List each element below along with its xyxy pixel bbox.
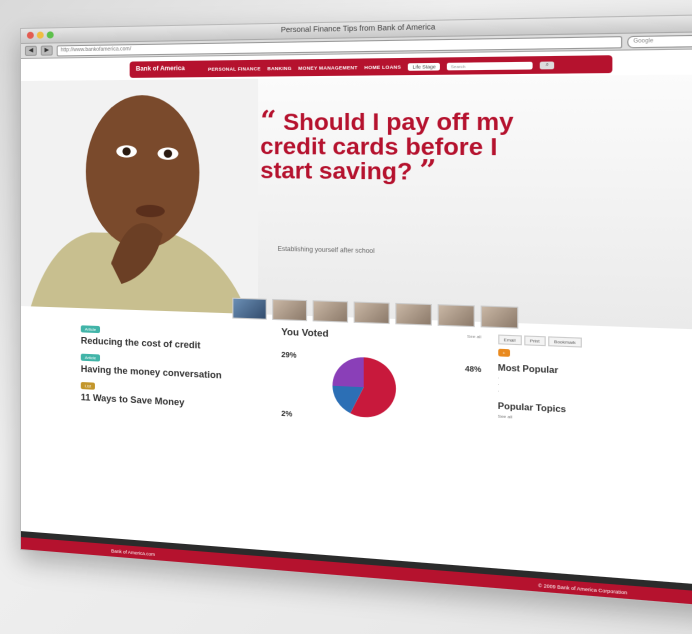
- site-search-input[interactable]: Search: [447, 61, 533, 70]
- close-icon[interactable]: [26, 31, 34, 39]
- site-logo[interactable]: Bank of America: [136, 66, 185, 73]
- share-icon[interactable]: +: [497, 348, 511, 357]
- thumbnail[interactable]: [480, 305, 519, 329]
- window-title: Personal Finance Tips from Bank of Ameri…: [280, 24, 436, 35]
- sidebar-tabs: Email Print Bookmark: [497, 334, 692, 352]
- nav-home-loans[interactable]: HOME LOANS: [364, 64, 401, 70]
- site: Bank of America PERSONAL FINANCE BANKING…: [20, 49, 692, 609]
- article-title[interactable]: 11 Ways to Save Money: [81, 392, 266, 412]
- thumbnail[interactable]: [437, 304, 475, 328]
- content-columns: Article Reducing the cost of credit Arti…: [80, 319, 692, 581]
- nav-money-management[interactable]: MONEY MANAGEMENT: [298, 64, 357, 70]
- window-controls[interactable]: [26, 31, 54, 39]
- sidebar-column: Email Print Bookmark + Most Popular · · …: [497, 334, 692, 581]
- tab-bookmark[interactable]: Bookmark: [548, 336, 582, 348]
- pie-slice-purple: [332, 356, 365, 388]
- poll-pct-left-top: 29%: [281, 351, 297, 360]
- article-title[interactable]: Having the money conversation: [81, 364, 266, 383]
- article-badge: Article: [80, 325, 101, 334]
- article-badge: List: [80, 381, 96, 390]
- poll-see-all-link[interactable]: See all: [467, 333, 481, 344]
- articles-column: Article Reducing the cost of credit Arti…: [80, 319, 266, 546]
- pie-chart: [332, 356, 397, 419]
- life-stage-dropdown[interactable]: Life Stage: [407, 62, 441, 71]
- poll-chart: 29% 48% 2%: [281, 337, 481, 443]
- nav-banking[interactable]: BANKING: [267, 65, 291, 71]
- hero-subline[interactable]: Establishing yourself after school: [278, 247, 375, 256]
- browser-search-input[interactable]: Google: [627, 33, 692, 48]
- hero-thumbnails: [232, 297, 519, 329]
- tab-email[interactable]: Email: [497, 334, 522, 346]
- footer-left-link[interactable]: Bank of America.com: [111, 548, 155, 557]
- thumbnail[interactable]: [312, 300, 349, 323]
- poll-column: You Voted See all 29% 48% 2%: [281, 327, 481, 563]
- hero-person-image: [20, 78, 259, 315]
- search-icon[interactable]: ⌕: [540, 60, 555, 69]
- thumbnail[interactable]: [353, 301, 390, 325]
- poll-pct-left-bottom: 2%: [281, 410, 293, 419]
- forward-icon[interactable]: ▶: [40, 45, 53, 56]
- close-quote-mark: ”: [419, 154, 437, 188]
- hero-quote-text: Should I pay off my credit cards before …: [260, 108, 514, 185]
- article-title[interactable]: Reducing the cost of credit: [81, 335, 266, 353]
- minimize-icon[interactable]: [36, 31, 44, 39]
- tab-print[interactable]: Print: [523, 335, 546, 347]
- hero: “ Should I pay off my credit cards befor…: [20, 74, 692, 331]
- browser-window: Personal Finance Tips from Bank of Ameri…: [20, 13, 692, 610]
- article-badge: Article: [80, 353, 101, 362]
- thumbnail[interactable]: [272, 298, 308, 322]
- footer-copyright: © 2009 Bank of America Corporation: [538, 582, 628, 595]
- site-nav: Bank of America PERSONAL FINANCE BANKING…: [129, 55, 613, 78]
- stage: Personal Finance Tips from Bank of Ameri…: [0, 0, 692, 634]
- back-icon[interactable]: ◀: [24, 45, 37, 56]
- zoom-icon[interactable]: [46, 31, 54, 39]
- thumbnail[interactable]: [232, 297, 267, 320]
- poll-pct-right: 48%: [465, 365, 482, 375]
- nav-personal-finance[interactable]: PERSONAL FINANCE: [208, 66, 261, 72]
- thumbnail[interactable]: [395, 302, 432, 326]
- hero-quote: “ Should I pay off my credit cards befor…: [260, 106, 532, 188]
